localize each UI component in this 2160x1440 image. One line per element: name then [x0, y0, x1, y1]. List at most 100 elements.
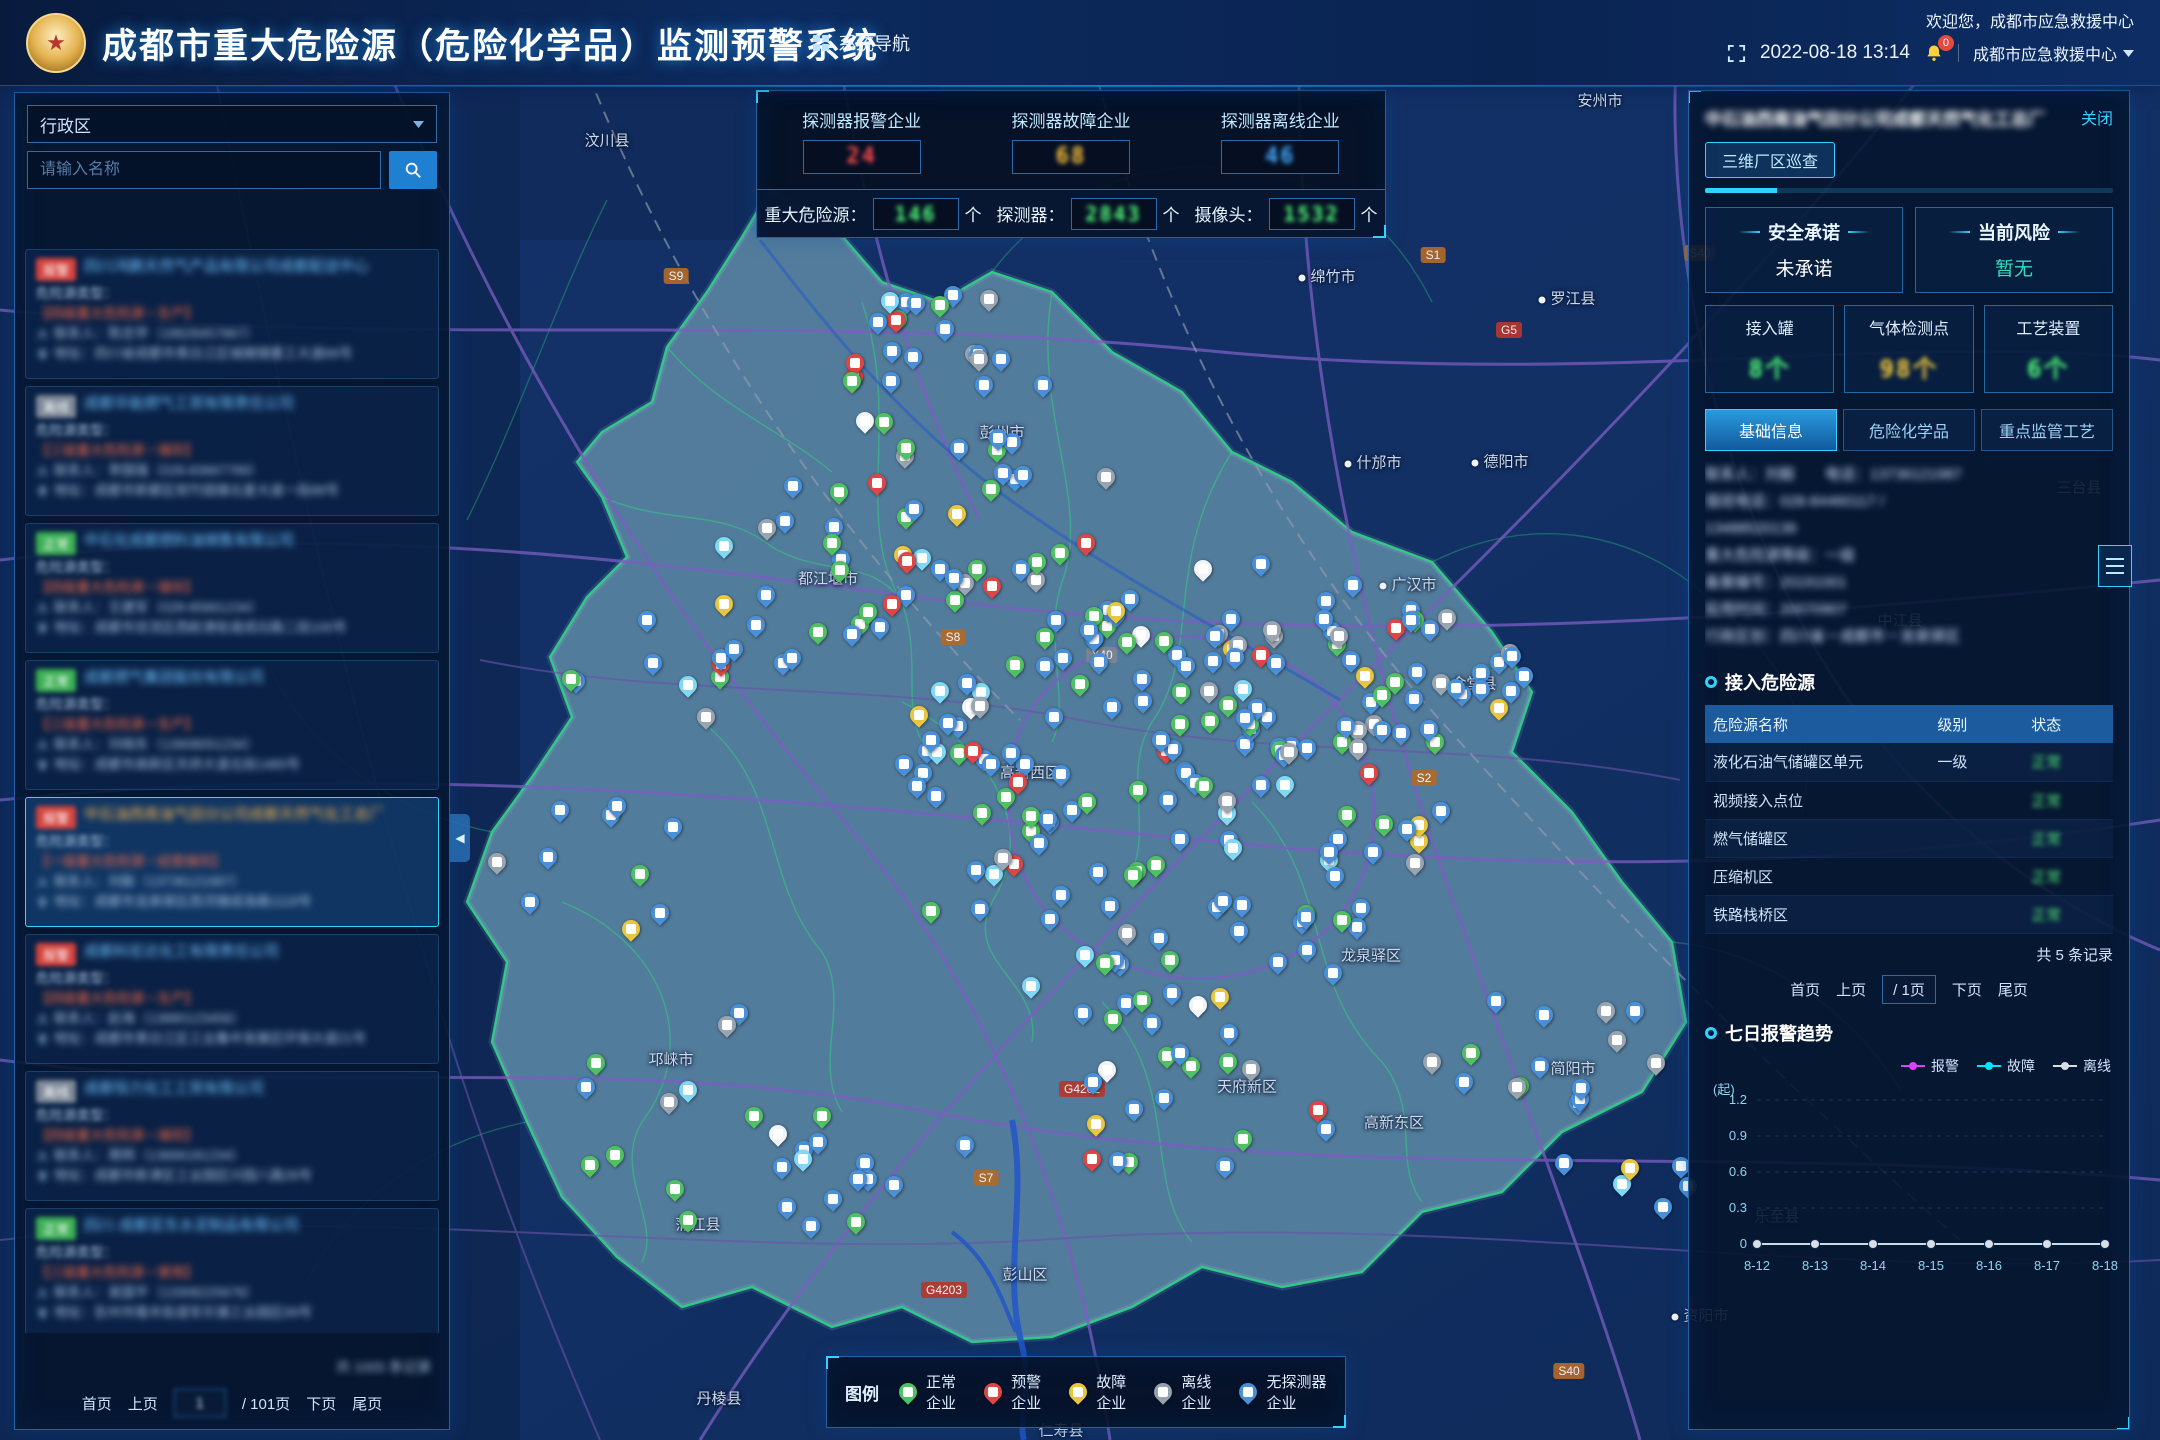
hz-page-indicator: / 1页	[1882, 975, 1936, 1004]
counter-label: 重大危险源：	[765, 201, 867, 226]
contact-row: 联系人：刘毅（13736121987）	[36, 872, 428, 892]
company-card[interactable]: 离线成都恒力化工工贸有限公司危险源类型：【四级重大危险源－储存】联系人：周明（1…	[25, 1071, 439, 1201]
hazard-row[interactable]: 视频接入点位正常	[1705, 781, 2113, 819]
status-badge: 正常	[36, 532, 76, 555]
person-icon	[36, 876, 49, 889]
company-name: 中石化成都燃料油销售有限公司	[84, 532, 294, 551]
hazard-row[interactable]: 铁路栈桥区正常	[1705, 895, 2113, 933]
info-row: 联系人：刘毅 电话：13736121987	[1705, 461, 2113, 488]
last-page-button[interactable]: 尾页	[352, 1393, 382, 1414]
current-risk-value: 暂无	[1995, 254, 2033, 281]
company-card[interactable]: 正常四川·成都亚东水泥制品有限公司危险源类型：【三级重大危险源－使用】联系人：吴…	[25, 1208, 439, 1333]
hazard-type-label: 危险源类型：	[36, 695, 428, 715]
next-page-button[interactable]: 下页	[306, 1393, 336, 1414]
hazard-type-label: 危险源类型：	[36, 1243, 428, 1263]
hazard-name: 燃气储罐区	[1705, 819, 1929, 857]
svg-text:8-14: 8-14	[1860, 1258, 1886, 1273]
safety-commitment-box: 安全承诺 未承诺	[1705, 207, 1903, 293]
tab-2[interactable]: 重点监管工艺	[1981, 409, 2113, 451]
accent-bar	[1705, 188, 2113, 193]
chevron-down-icon	[413, 121, 424, 128]
company-name: 中石油西南油气田分公司成都天然气化工总厂	[84, 806, 384, 825]
search-input[interactable]	[27, 151, 381, 189]
address-row: 地址：彭州市隆丰街道军乐镇工业园区99号	[36, 1303, 428, 1323]
tab-1[interactable]: 危险化学品	[1843, 409, 1975, 451]
company-list[interactable]: 报警四川鸿鹏天然气产品有限公司成都配送中心危险源类型：【四级重大危险源－生产】联…	[15, 243, 449, 1333]
svg-text:0.9: 0.9	[1729, 1128, 1747, 1143]
detector-stat: 探测器离线企业46	[1176, 91, 1385, 189]
hazard-level	[1929, 781, 2023, 819]
bullet-icon	[1705, 676, 1717, 688]
alert-badge: 0	[1938, 35, 1954, 51]
notifications-button[interactable]: 0	[1924, 43, 1944, 63]
search-icon	[404, 161, 422, 179]
patrol-3d-button[interactable]: 三维厂区巡查	[1705, 142, 1835, 178]
svg-text:8-17: 8-17	[2034, 1258, 2060, 1273]
legend-item: 故障企业	[1069, 1371, 1134, 1413]
legend-items: 正常企业预警企业故障企业离线企业无探测器企业	[899, 1371, 1327, 1413]
hazard-row[interactable]: 压缩机区正常	[1705, 857, 2113, 895]
records-count: 共 1005 条记录	[336, 1357, 431, 1377]
tab-0[interactable]: 基础信息	[1705, 409, 1837, 451]
contact-row: 联系人：李国强（028-83667789）	[36, 461, 428, 481]
person-icon	[36, 1287, 49, 1300]
detector-stat: 探测器报警企业24	[757, 91, 966, 189]
svg-text:0.6: 0.6	[1729, 1164, 1747, 1179]
info-row: 投用时间：20070907	[1705, 596, 2113, 623]
detail-tabs: 基础信息危险化学品重点监管工艺	[1705, 409, 2113, 451]
hz-first-button[interactable]: 首页	[1790, 979, 1820, 1000]
hazard-pagination: 首页 上页 / 1页 下页 尾页	[1705, 975, 2113, 1004]
hz-next-button[interactable]: 下页	[1952, 979, 1982, 1000]
user-menu[interactable]: 成都市应急救援中心	[1973, 41, 2134, 65]
company-card[interactable]: 报警成都科宏达化工有限责任公司危险源类型：【四级重大危险源－生产】联系人：赵海（…	[25, 934, 439, 1064]
chart-legend-item: 故障	[1977, 1056, 2035, 1076]
first-page-button[interactable]: 首页	[82, 1393, 112, 1414]
search-button[interactable]	[389, 151, 437, 189]
hazard-type-value: 【一级重大危险源－经营储存】	[36, 852, 428, 872]
company-card[interactable]: 正常成都燃气集团股份有限公司危险源类型：【三级重大危险源－生产】联系人：刘晓东（…	[25, 660, 439, 790]
detector-stat: 探测器故障企业68	[966, 91, 1175, 189]
counter-unit: 个	[1361, 201, 1378, 226]
company-name: 成都恒力化工工贸有限公司	[84, 1080, 264, 1099]
search-bar	[27, 151, 437, 189]
stats-boxes: 探测器报警企业24探测器故障企业68探测器离线企业46	[757, 91, 1385, 189]
system-nav-button[interactable]: 系统导航	[812, 0, 910, 86]
company-card[interactable]: 正常中石化成都燃料油销售有限公司危险源类型：【四级重大危险源－储存】联系人：王建…	[25, 523, 439, 653]
counter-box: 1532	[1269, 198, 1355, 230]
svg-text:8-16: 8-16	[1976, 1258, 2002, 1273]
stat-label: 探测器报警企业	[802, 107, 921, 132]
panel-side-toggle[interactable]	[2098, 545, 2132, 587]
counter-label: 摄像头：	[1195, 201, 1263, 226]
svg-text:0: 0	[1740, 1236, 1747, 1251]
status-badge: 正常	[36, 1217, 76, 1240]
status-badge: 离线	[36, 395, 76, 418]
sidebar-collapse-button[interactable]: ◀	[450, 814, 470, 862]
asset-stat-value: 8个	[1748, 349, 1790, 384]
company-card[interactable]: 离线成都华能燃气工贸有限责任公司危险源类型：【三级重大危险源－储存】联系人：李国…	[25, 386, 439, 516]
prev-page-button[interactable]: 上页	[128, 1393, 158, 1414]
person-icon	[36, 739, 49, 752]
hazard-row[interactable]: 液化石油气储罐区单元一级正常	[1705, 743, 2113, 781]
contact-row: 联系人：赵海（13880123456）	[36, 1009, 428, 1029]
counter-value: 2843	[1085, 202, 1141, 226]
legend-item: 正常企业	[899, 1371, 964, 1413]
hz-prev-button[interactable]: 上页	[1836, 979, 1866, 1000]
address-row: 地址：四川省成都市青白江区城厢镇重工大道66号	[36, 344, 428, 364]
location-icon	[36, 1170, 49, 1183]
asset-stat-value: 98个	[1880, 349, 1939, 384]
hazard-row[interactable]: 燃气储罐区正常	[1705, 819, 2113, 857]
hazard-name: 液化石油气储罐区单元	[1705, 743, 1929, 781]
hazard-type-label: 危险源类型：	[36, 969, 428, 989]
page-input[interactable]	[174, 1389, 226, 1417]
legend-title: 图例	[845, 1380, 879, 1405]
close-button[interactable]: 关闭	[2081, 105, 2113, 129]
hz-last-button[interactable]: 尾页	[1998, 979, 2028, 1000]
hazard-type-value: 【四级重大危险源－生产】	[36, 989, 428, 1009]
hazard-status: 正常	[2023, 743, 2113, 781]
hazard-level: 一级	[1929, 743, 2023, 781]
chart-legend-item: 离线	[2053, 1056, 2111, 1076]
company-card[interactable]: 报警中石油西南油气田分公司成都天然气化工总厂危险源类型：【一级重大危险源－经营储…	[25, 797, 439, 927]
company-card[interactable]: 报警四川鸿鹏天然气产品有限公司成都配送中心危险源类型：【四级重大危险源－生产】联…	[25, 249, 439, 379]
fullscreen-icon[interactable]	[1727, 44, 1746, 63]
district-select[interactable]: 行政区	[27, 105, 437, 143]
